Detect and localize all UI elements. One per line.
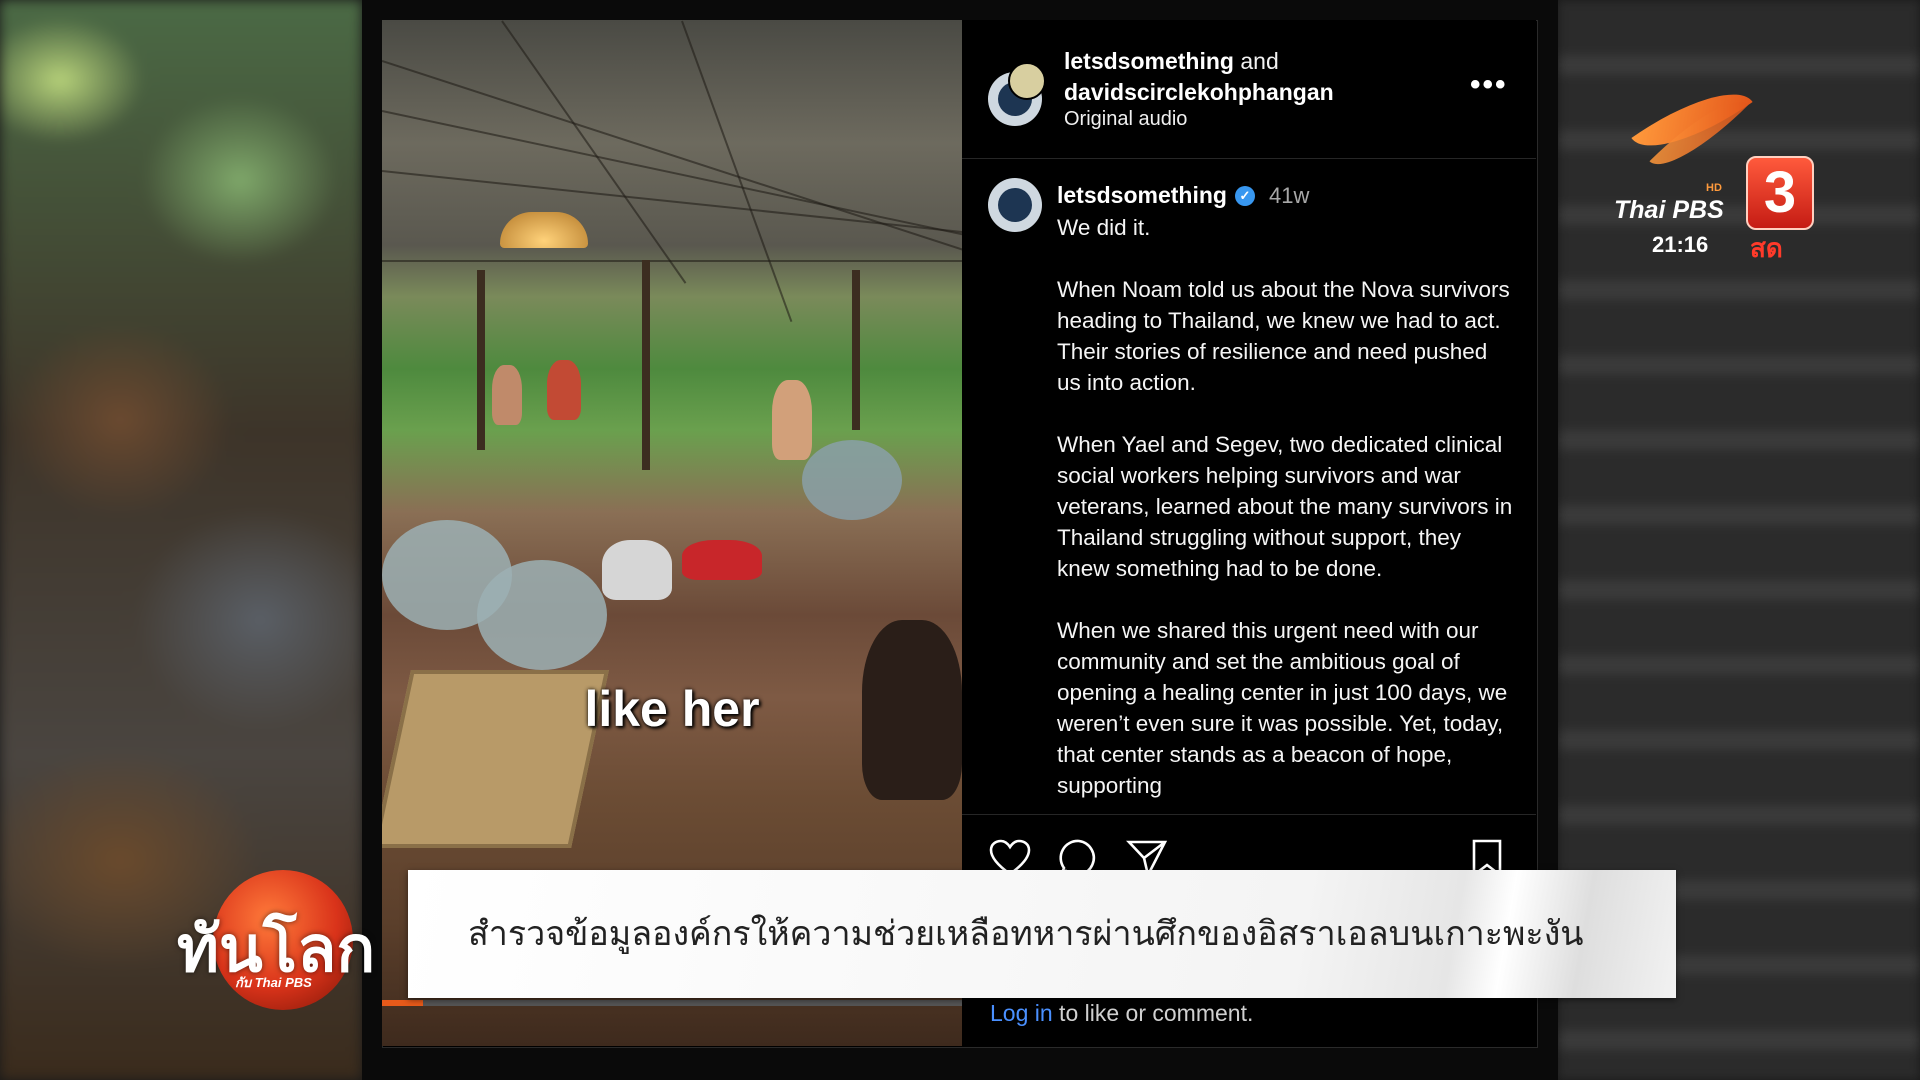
channel-hd: HD (1706, 182, 1722, 194)
post-caption: We did it. When Noam told us about the N… (1057, 215, 1513, 798)
news-lower-third: สำรวจข้อมูลองค์กรให้ความช่วยเหลือทหารผ่า… (408, 870, 1676, 998)
post-age[interactable]: 41w (1269, 183, 1309, 209)
video-progress-fill (382, 1000, 423, 1006)
headline-text: สำรวจข้อมูลองค์กรให้ความช่วยเหลือทหารผ่า… (468, 914, 1584, 954)
audio-link[interactable]: Original audio (1064, 108, 1187, 131)
live-label: สด (1750, 234, 1783, 264)
caption-divider (962, 814, 1536, 815)
channel-number: 3 (1746, 156, 1814, 230)
collab-user-link[interactable]: davidscirclekohphangan (1064, 79, 1334, 105)
login-link[interactable]: Log in (990, 1000, 1053, 1026)
show-logo: ทันโลก กับ Thai PBS (165, 870, 387, 1010)
collab-avatar[interactable] (1008, 62, 1046, 100)
login-prompt: Log in to like or comment. (990, 1000, 1253, 1027)
post-header-users: letsdsomething and davidscirclekohphanga… (1064, 46, 1334, 108)
wing-icon (1631, 69, 1753, 171)
video-progress-bar[interactable] (382, 1000, 962, 1006)
ceiling-lamp (500, 212, 588, 248)
show-subtitle: กับ Thai PBS (235, 975, 312, 990)
header-user-link[interactable]: letsdsomething (1064, 48, 1234, 74)
channel-logo: Thai PBS HD 3 21:16 สด (1610, 60, 1814, 264)
broadcast-time: 21:16 (1652, 232, 1709, 257)
caption-user-link[interactable]: letsdsomething (1057, 182, 1227, 209)
caption-avatar[interactable] (988, 178, 1042, 232)
caption-header: letsdsomething ✓ 41w (1057, 182, 1309, 209)
login-rest: to like or comment. (1052, 1000, 1254, 1026)
verified-icon: ✓ (1234, 185, 1255, 206)
header-and: and (1240, 48, 1279, 74)
video-caption: like her (584, 681, 760, 737)
header-divider (962, 158, 1536, 159)
more-icon[interactable]: ••• (1470, 68, 1508, 102)
channel-name: Thai PBS (1614, 196, 1724, 224)
